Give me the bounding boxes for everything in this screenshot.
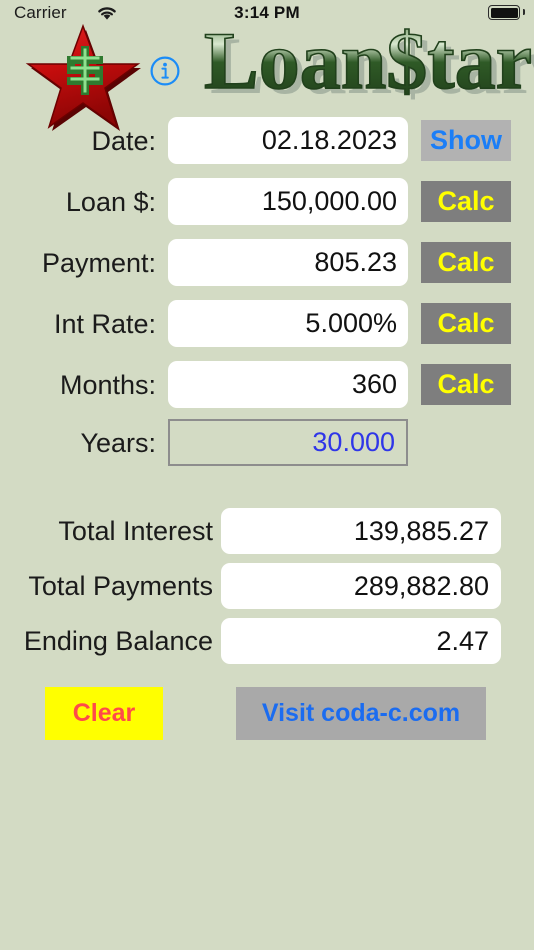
svg-text:Loan$tar: Loan$tar [204, 15, 532, 106]
loan-amount-input[interactable]: 150,000.00 [168, 178, 408, 225]
status-bar: Carrier 3:14 PM [0, 0, 534, 26]
info-circle-icon[interactable] [149, 55, 181, 87]
form-row-int-rate: Int Rate: 5.000% Calc [0, 300, 534, 348]
show-button[interactable]: Show [421, 120, 511, 161]
label-date: Date: [91, 126, 156, 156]
label-total-payments: Total Payments [28, 571, 213, 601]
totals-row-interest: Total Interest 139,885.27 [0, 508, 534, 554]
label-ending-balance: Ending Balance [23, 626, 213, 656]
int-rate-input[interactable]: 5.000% [168, 300, 408, 347]
total-interest-value: 139,885.27 [221, 508, 501, 554]
years-input[interactable]: 30.000 [168, 419, 408, 466]
calc-payment-button[interactable]: Calc [421, 242, 511, 283]
clear-button[interactable]: Clear [45, 687, 163, 740]
label-total-interest: Total Interest [58, 516, 213, 546]
battery-full-icon [488, 5, 520, 20]
form-row-loan: Loan $: 150,000.00 Calc [0, 178, 534, 226]
label-payment: Payment: [41, 248, 156, 278]
form-row-years: Years: 30.000 [0, 419, 534, 467]
label-int-rate: Int Rate: [53, 309, 156, 339]
label-months: Months: [59, 370, 156, 400]
app-wordmark: Loan$tar Loan$tar [196, 14, 534, 106]
label-loan: Loan $: [65, 187, 156, 217]
date-input[interactable]: 02.18.2023 [168, 117, 408, 164]
calc-loan-button[interactable]: Calc [421, 181, 511, 222]
total-payments-value: 289,882.80 [221, 563, 501, 609]
totals-row-ending-balance: Ending Balance 2.47 [0, 618, 534, 664]
form-row-date: Date: 02.18.2023 Show [0, 117, 534, 165]
ending-balance-value: 2.47 [221, 618, 501, 664]
calc-months-button[interactable]: Calc [421, 364, 511, 405]
payment-input[interactable]: 805.23 [168, 239, 408, 286]
form-row-months: Months: 360 Calc [0, 361, 534, 409]
months-input[interactable]: 360 [168, 361, 408, 408]
form-row-payment: Payment: 805.23 Calc [0, 239, 534, 287]
calc-int-rate-button[interactable]: Calc [421, 303, 511, 344]
visit-website-button[interactable]: Visit coda-c.com [236, 687, 486, 740]
totals-row-payments: Total Payments 289,882.80 [0, 563, 534, 609]
label-years: Years: [80, 428, 156, 458]
clock-label: 3:14 PM [234, 3, 300, 22]
battery-cap-icon [522, 9, 525, 15]
